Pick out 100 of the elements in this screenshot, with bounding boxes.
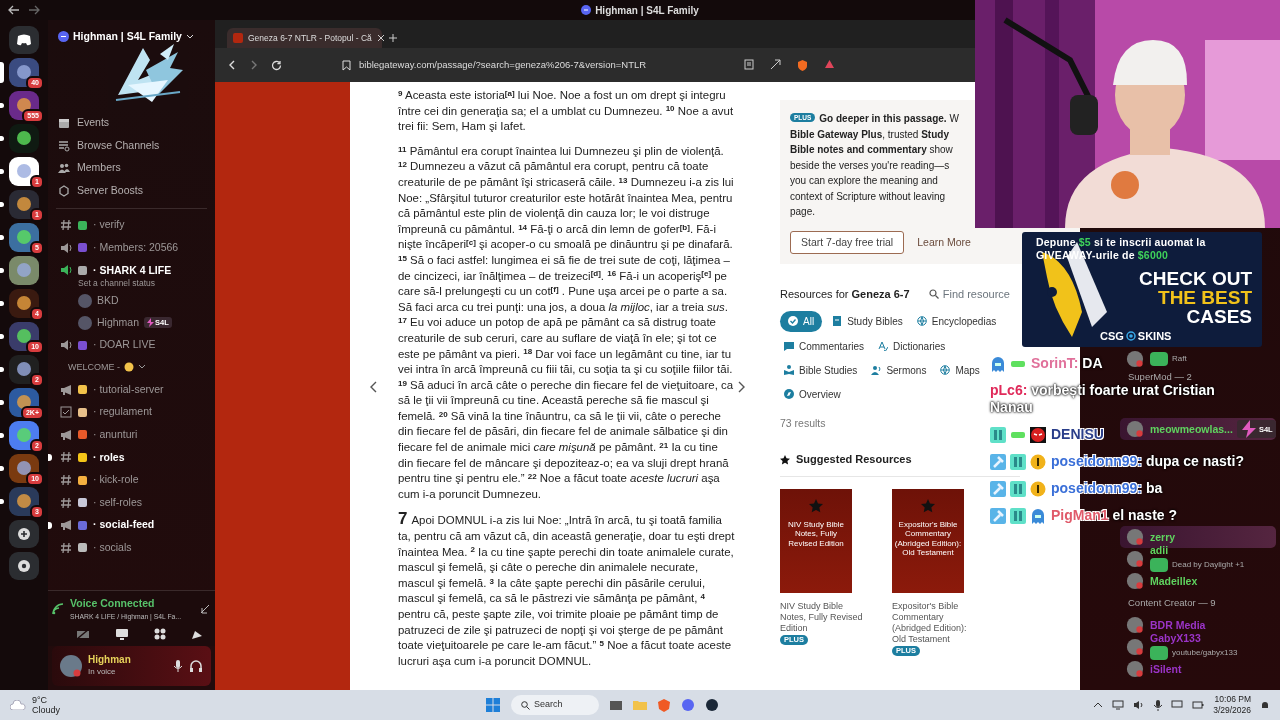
back-icon[interactable] [8, 5, 20, 15]
filter-chip[interactable]: Bible Studies [780, 360, 862, 380]
hashtag-icon [60, 219, 72, 232]
trial-button[interactable]: Start 7-day free trial [790, 230, 905, 254]
warning-icon[interactable] [824, 59, 835, 69]
server-icon[interactable] [9, 454, 39, 483]
new-tab-icon[interactable] [388, 33, 398, 43]
start-button[interactable] [485, 697, 501, 713]
chevron-right-icon [737, 380, 745, 393]
channel-name[interactable]: · verify [93, 217, 125, 234]
server-icon[interactable] [9, 289, 39, 318]
emoji-icon [77, 429, 88, 441]
filter-chip[interactable]: Encyclopedias [912, 310, 1001, 332]
emoji-icon [77, 265, 88, 276]
search-icon [928, 289, 939, 300]
microphone-icon[interactable] [1154, 699, 1163, 711]
channel-name[interactable]: · Members: 20566 [93, 240, 179, 256]
back-icon[interactable] [227, 60, 237, 70]
camera-off-icon[interactable] [76, 628, 90, 640]
home-button[interactable] [9, 26, 39, 54]
menu-item[interactable]: Members [77, 160, 121, 177]
avatar [1126, 572, 1144, 590]
events-icon [58, 117, 70, 130]
channel-name[interactable]: · kick-role [93, 472, 139, 488]
learn-more-link[interactable]: Learn More [917, 234, 971, 250]
search-field[interactable]: Search [511, 695, 599, 715]
channel-name[interactable]: · anunturi [93, 427, 138, 443]
channel-status[interactable]: Set a channel status [48, 276, 215, 290]
menu-item[interactable]: Events [77, 115, 110, 132]
server-icon[interactable] [9, 157, 39, 186]
forward-icon[interactable] [249, 60, 259, 70]
reload-icon[interactable] [271, 59, 282, 71]
activities-icon[interactable] [154, 628, 166, 640]
display-icon[interactable] [1171, 700, 1184, 710]
headphones-button[interactable] [189, 659, 203, 673]
server-icon[interactable] [9, 124, 39, 153]
share-icon[interactable] [770, 59, 781, 70]
book-cover[interactable]: NIV Study Bible Notes, Fully Revised Edition [780, 488, 852, 593]
filter-chip[interactable]: Dictionaries [874, 336, 950, 356]
channel-name[interactable]: · roles [93, 449, 125, 466]
reader-icon[interactable] [744, 59, 754, 70]
server-icon[interactable] [9, 223, 39, 252]
filter-chip[interactable]: All [780, 310, 823, 332]
filter-chip[interactable]: Sermons [867, 360, 931, 380]
chevron-up-icon[interactable] [1093, 701, 1104, 709]
channel-name[interactable]: · social-feed [93, 517, 155, 534]
channel-name[interactable]: · socials [93, 539, 132, 556]
shield-icon[interactable] [797, 59, 808, 71]
add-server-button[interactable] [9, 520, 39, 548]
server-icon[interactable] [9, 58, 39, 87]
bookmark-icon[interactable] [342, 59, 351, 71]
server-icon[interactable] [9, 421, 39, 450]
filter-chip[interactable]: Study Bibles [828, 310, 907, 332]
server-icon[interactable] [9, 190, 39, 219]
category-name[interactable]: WELCOME - [68, 360, 120, 375]
book-title[interactable]: NIV Study Bible Notes, Fully Revised Edition [780, 600, 870, 634]
member-row[interactable]: Raft [1120, 348, 1276, 370]
menu-item[interactable]: Server Boosts [77, 182, 143, 199]
find-resource-field[interactable]: Find resource [928, 286, 1010, 303]
filter-chip[interactable]: Commentaries [780, 336, 869, 356]
filter-chip[interactable]: Maps [936, 360, 984, 380]
emoji-icon [77, 219, 88, 231]
task-view-icon[interactable] [609, 698, 623, 712]
forward-icon[interactable] [28, 5, 40, 15]
channel-name[interactable]: · tutorial-server [93, 381, 164, 398]
voice-user-name[interactable]: BKD [97, 292, 119, 309]
address-bar[interactable]: biblegateway.com/passage/?search=geneza%206-7&version=NTLR [359, 57, 647, 73]
channel-name[interactable]: · regulament [93, 404, 152, 421]
avatar [1126, 420, 1144, 438]
battery-icon[interactable] [1192, 700, 1205, 710]
volume-icon[interactable] [1133, 700, 1146, 710]
filter-chip[interactable]: Overview [780, 384, 845, 404]
browser-icon[interactable] [657, 698, 671, 712]
voice-user-name[interactable]: Highman [97, 314, 140, 331]
channel-name[interactable]: · DOAR LIVE [93, 337, 156, 353]
menu-item[interactable]: Browse Channels [77, 137, 160, 154]
emoji-icon [77, 542, 88, 554]
server-icon[interactable] [9, 487, 39, 516]
book-title[interactable]: Expositor's Bible Commentary (Abridged Edition): Old Testament [892, 600, 982, 645]
close-icon[interactable] [376, 34, 385, 42]
explore-button[interactable] [9, 552, 39, 580]
disconnect-icon[interactable] [199, 603, 211, 616]
network-icon[interactable] [1112, 700, 1125, 710]
emoji-icon [77, 451, 88, 463]
channel-name[interactable]: · self-roles [93, 494, 142, 511]
browser-tab[interactable]: Geneza 6-7 NTLR - Potopul - Că [227, 28, 382, 48]
hammer-icon [990, 508, 1006, 524]
server-icon[interactable] [9, 355, 39, 384]
notification-icon[interactable] [1260, 700, 1270, 710]
chat-app-icon[interactable] [681, 698, 695, 712]
member-row[interactable]: Madeillex [1120, 570, 1276, 592]
book-cover[interactable]: Expositor's Bible Commentary (Abridged Edition): Old Testament [892, 488, 964, 593]
chevron-down-icon[interactable] [185, 33, 194, 40]
screen-share-icon[interactable] [115, 628, 129, 640]
steam-icon[interactable] [705, 698, 719, 712]
server-icon[interactable] [9, 256, 39, 285]
server-name[interactable]: Highman | S4L Family [73, 29, 182, 45]
channel-name[interactable]: · SHARK 4 LIFE [93, 262, 172, 279]
server-icon[interactable] [9, 322, 39, 351]
microphone-button[interactable] [173, 659, 183, 673]
